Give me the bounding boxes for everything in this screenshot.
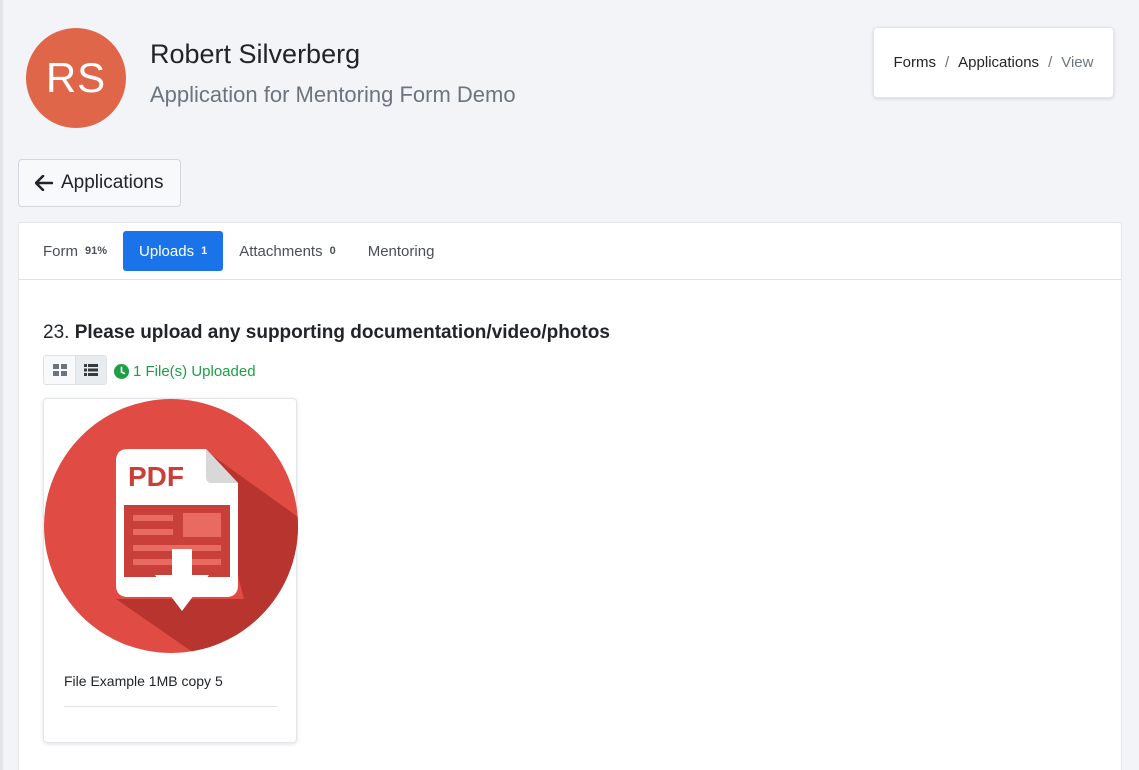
grid-view-button[interactable] xyxy=(44,356,75,384)
tab-attachments-badge: 0 xyxy=(329,245,336,257)
breadcrumb-separator: / xyxy=(945,54,950,71)
arrow-left-icon xyxy=(35,175,53,191)
tab-uploads-badge: 1 xyxy=(201,245,208,257)
tab-mentoring[interactable]: Mentoring xyxy=(352,231,451,271)
main-card: Form 91% Uploads 1 Attachments 0 Mentori… xyxy=(18,222,1122,770)
grid-icon xyxy=(52,364,67,376)
breadcrumb: Forms / Applications / View xyxy=(873,27,1114,98)
view-toggle xyxy=(43,355,107,385)
left-edge xyxy=(0,0,3,770)
back-button-label: Applications xyxy=(61,172,164,193)
question-number: 23. xyxy=(43,322,70,343)
avatar-initials: RS xyxy=(45,54,107,101)
list-view-button[interactable] xyxy=(75,356,106,384)
back-to-applications-button[interactable]: Applications xyxy=(18,159,181,207)
tab-uploads[interactable]: Uploads 1 xyxy=(123,231,224,271)
pdf-label: PDF xyxy=(128,461,184,492)
breadcrumb-applications[interactable]: Applications xyxy=(958,54,1039,71)
file-card[interactable]: PDF File Example 1MB copy 5 xyxy=(43,398,298,743)
upload-status-text: 1 File(s) Uploaded xyxy=(133,363,256,380)
tab-attachments-label: Attachments xyxy=(239,242,323,260)
avatar: RS xyxy=(26,28,126,128)
user-name: Robert Silverberg xyxy=(150,39,361,69)
upload-status: 1 File(s) Uploaded xyxy=(114,363,256,380)
pdf-file-icon: PDF xyxy=(44,399,298,653)
list-icon xyxy=(84,364,98,376)
tab-form[interactable]: Form 91% xyxy=(27,231,123,271)
file-name[interactable]: File Example 1MB copy 5 xyxy=(64,673,223,689)
form-subtitle: Application for Mentoring Form Demo xyxy=(150,82,516,107)
question-text: Please upload any supporting documentati… xyxy=(74,322,610,343)
breadcrumb-view: View xyxy=(1061,54,1094,71)
tab-attachments[interactable]: Attachments 0 xyxy=(223,231,352,271)
tab-bar: Form 91% Uploads 1 Attachments 0 Mentori… xyxy=(19,223,1121,280)
tab-mentoring-label: Mentoring xyxy=(367,242,435,260)
question-title: 23. Please upload any supporting documen… xyxy=(43,322,610,344)
breadcrumb-forms[interactable]: Forms xyxy=(894,54,937,71)
tab-form-badge: 91% xyxy=(85,245,108,257)
file-divider xyxy=(64,706,277,707)
breadcrumb-separator: / xyxy=(1048,54,1053,71)
tab-form-label: Form xyxy=(43,242,78,260)
clock-icon xyxy=(114,364,129,379)
tab-uploads-label: Uploads xyxy=(139,242,195,260)
